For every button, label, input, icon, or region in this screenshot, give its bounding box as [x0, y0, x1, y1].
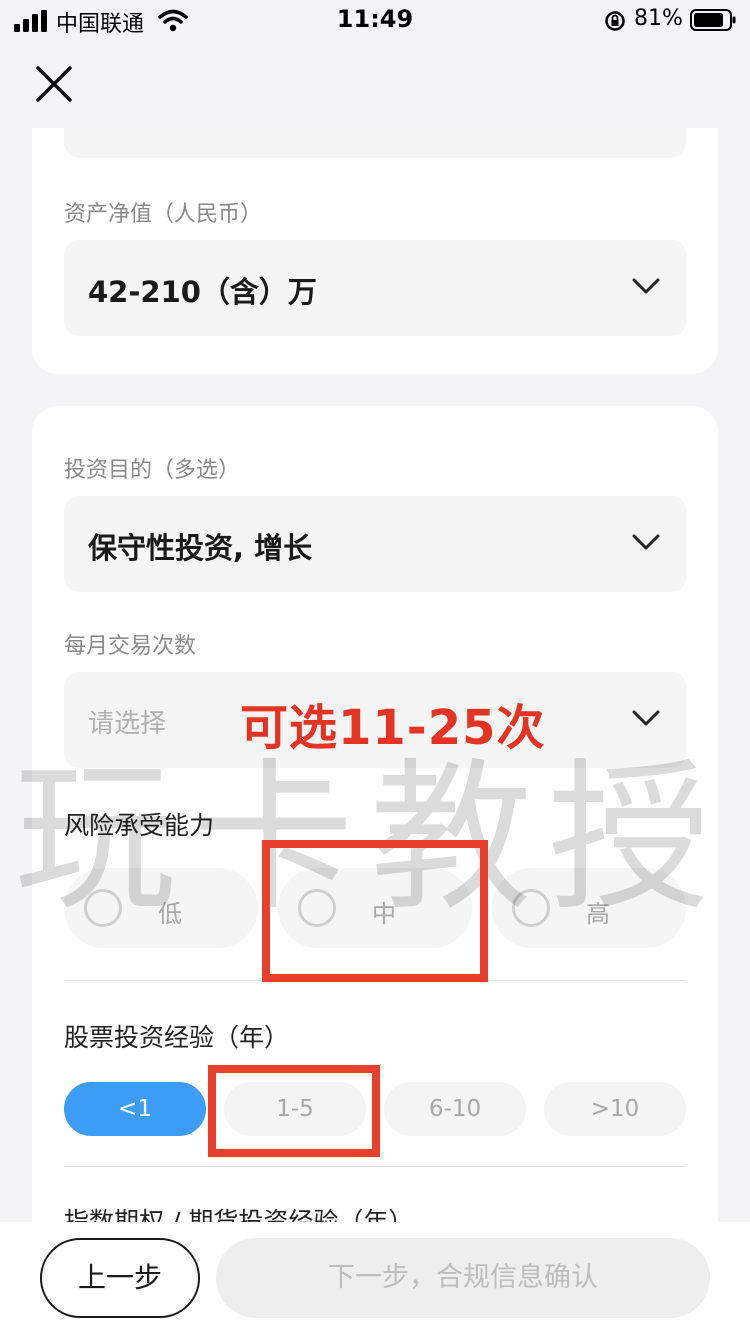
investment-purpose-select[interactable]: 保守性投资, 增长	[64, 496, 686, 592]
close-icon[interactable]	[32, 62, 76, 106]
annotation-box-medium	[262, 840, 488, 982]
annotation-box-1-5	[208, 1065, 380, 1157]
annotation-callout: 可选11-25次	[240, 700, 546, 756]
stock-experience-label: 股票投资经验（年）	[64, 1023, 290, 1052]
stock-experience-option-lt1[interactable]: <1	[64, 1082, 206, 1136]
next-step-button[interactable]: 下一步，合规信息确认	[216, 1238, 710, 1318]
chevron-down-icon	[632, 534, 660, 550]
previous-step-button[interactable]: 上一步	[40, 1238, 200, 1318]
chevron-down-icon	[632, 278, 660, 294]
previous-field-bottom	[64, 128, 686, 158]
investment-purpose-label: 投资目的（多选）	[64, 458, 241, 483]
investment-purpose-value: 保守性投资, 增长	[88, 531, 313, 565]
net-assets-label: 资产净值（人民币）	[64, 202, 263, 227]
status-bar: 中国联通 11:49 81%	[0, 0, 750, 42]
net-assets-select[interactable]: 42-210（含）万	[64, 240, 686, 336]
rotation-lock-icon	[605, 11, 625, 31]
battery-percentage: 81%	[634, 6, 683, 31]
stock-experience-option-6-10[interactable]: 6-10	[384, 1082, 526, 1136]
stock-experience-option-gt10[interactable]: >10	[544, 1082, 686, 1136]
net-assets-value: 42-210（含）万	[88, 275, 317, 309]
battery-icon	[690, 9, 736, 31]
divider	[64, 1166, 686, 1167]
monthly-trades-label: 每月交易次数	[64, 634, 197, 659]
